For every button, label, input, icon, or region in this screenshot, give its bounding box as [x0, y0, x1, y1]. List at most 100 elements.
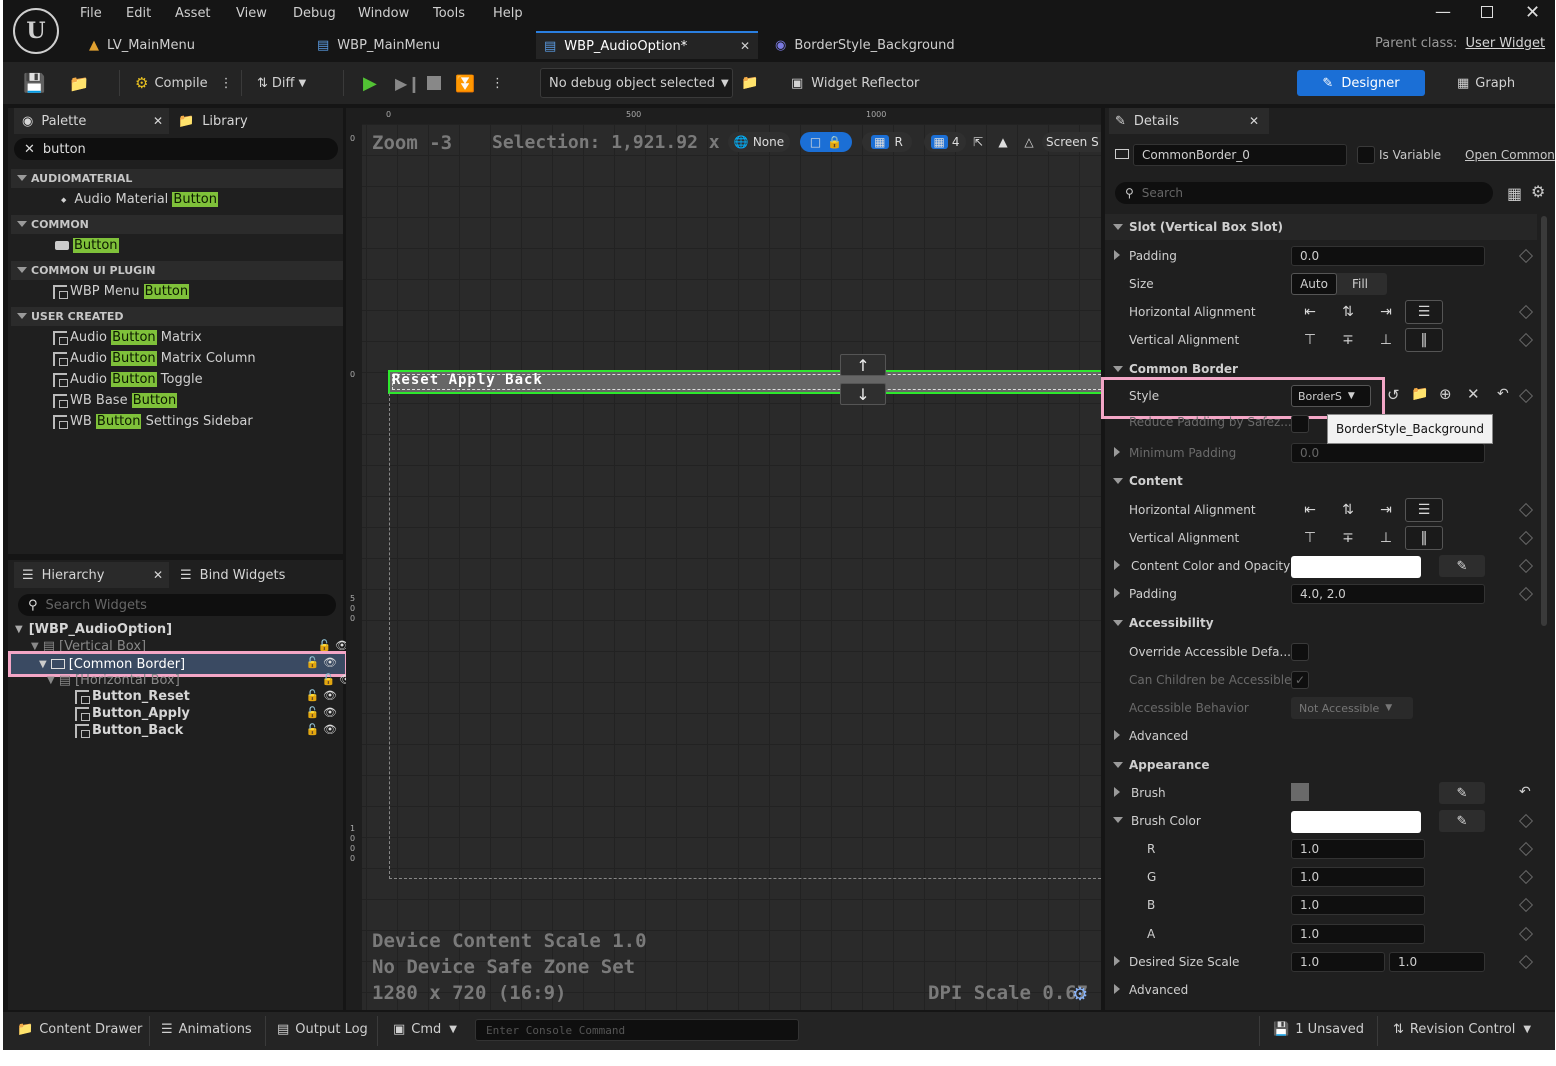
- compile-options-icon[interactable]: ⋮: [220, 76, 233, 91]
- content-h-align-buttons[interactable]: ⇤ ⇅ ⇥ ☰: [1291, 498, 1443, 522]
- palette-category[interactable]: USER CREATED: [11, 307, 343, 326]
- brush-color-swatch[interactable]: [1291, 811, 1421, 833]
- is-variable-checkbox[interactable]: [1357, 146, 1375, 164]
- tab-hierarchy[interactable]: ☰ Hierarchy ✕: [14, 562, 169, 588]
- tab-wbp-mainmenu[interactable]: ▤ WBP_MainMenu: [309, 31, 531, 59]
- lock-visibility-icons[interactable]: 🔓 👁: [306, 689, 337, 702]
- reset-to-default-icon[interactable]: ↶: [1497, 386, 1509, 402]
- browse-button[interactable]: 📁: [69, 70, 89, 96]
- lock-visibility-icons[interactable]: 🔓 👁: [306, 656, 337, 669]
- padding-field[interactable]: 0.0: [1291, 246, 1485, 266]
- palette-item[interactable]: ◆ Audio Material Button: [61, 192, 218, 207]
- palette-category[interactable]: AUDIOMATERIAL: [11, 169, 343, 188]
- designer-mode-button[interactable]: ✎ Designer: [1297, 70, 1425, 96]
- mirror-button[interactable]: △: [1018, 132, 1040, 152]
- designer-canvas[interactable]: 0 500 1000 0 0 500 1000 Zoom -3 Selectio…: [346, 108, 1101, 1010]
- close-tab-icon[interactable]: ✕: [153, 568, 163, 582]
- override-access-checkbox[interactable]: [1291, 643, 1309, 661]
- b-field[interactable]: 1.0: [1291, 895, 1425, 915]
- brush-swatch[interactable]: [1291, 783, 1309, 801]
- open-common-link[interactable]: Open Common: [1465, 148, 1555, 162]
- palette-item[interactable]: Button: [55, 238, 119, 253]
- palette-item[interactable]: Audio Button Matrix Column: [53, 351, 256, 366]
- palette-item[interactable]: Audio Button Matrix: [53, 330, 202, 345]
- hierarchy-search-input[interactable]: ⚲ Search Widgets: [18, 594, 336, 616]
- close-window-button[interactable]: ✕: [1525, 2, 1540, 23]
- tree-button-back[interactable]: Button_Back 🔓 👁: [75, 722, 343, 739]
- grid-snap-toggle[interactable]: ▦ 4: [924, 132, 966, 152]
- a-field[interactable]: 1.0: [1291, 924, 1425, 944]
- menu-window[interactable]: Window: [358, 6, 409, 21]
- cursor-mode-button[interactable]: ⇱: [968, 132, 988, 152]
- reduce-padding-checkbox[interactable]: [1291, 415, 1309, 433]
- r-field[interactable]: 1.0: [1291, 839, 1425, 859]
- tab-library[interactable]: 📁 Library: [178, 108, 248, 134]
- tab-lv-mainmenu[interactable]: ▲ LV_MainMenu: [81, 31, 301, 59]
- menu-tools[interactable]: Tools: [433, 6, 465, 21]
- tree-vertical-box[interactable]: ▼ ▤ [Vertical Box] 🔓 👁: [31, 638, 361, 655]
- maximize-button[interactable]: [1481, 6, 1493, 18]
- debug-object-dropdown[interactable]: No debug object selected ▼: [540, 68, 733, 98]
- minimize-button[interactable]: —: [1435, 2, 1451, 21]
- min-padding-field[interactable]: 0.0: [1291, 443, 1485, 463]
- size-toggle[interactable]: Auto Fill: [1291, 273, 1387, 295]
- diff-button[interactable]: ⇅ Diff ▼: [257, 70, 306, 96]
- lock-visibility-icons[interactable]: 🔓 👁: [306, 706, 337, 719]
- menu-debug[interactable]: Debug: [293, 6, 336, 21]
- tree-button-reset[interactable]: Button_Reset 🔓 👁: [75, 688, 343, 705]
- tab-bind-widgets[interactable]: ☰ Bind Widgets: [180, 562, 285, 588]
- eject-button[interactable]: ⏬: [455, 70, 475, 96]
- style-dropdown[interactable]: BorderS ▼: [1291, 385, 1371, 407]
- localization-preview-button[interactable]: 🌐 None: [728, 132, 790, 152]
- common-border-widget[interactable]: Reset Apply Back: [388, 370, 1101, 394]
- add-new-icon[interactable]: ⊕: [1439, 385, 1452, 403]
- move-up-button[interactable]: ↑: [840, 354, 886, 376]
- menu-view[interactable]: View: [236, 6, 267, 21]
- widget-name-field[interactable]: CommonBorder_0: [1133, 144, 1347, 166]
- parent-class-link[interactable]: User Widget: [1466, 36, 1546, 51]
- menu-help[interactable]: Help: [493, 6, 523, 21]
- tab-wbp-audiooption[interactable]: ▤ WBP_AudioOption* ✕: [536, 31, 758, 59]
- console-input[interactable]: Enter Console Command: [475, 1019, 799, 1041]
- table-view-icon[interactable]: ▦: [1507, 184, 1522, 203]
- stop-button[interactable]: [427, 70, 441, 96]
- palette-item[interactable]: WBP Menu Button: [53, 284, 190, 299]
- row-advanced-2[interactable]: Advanced: [1105, 976, 1537, 1004]
- content-v-align-buttons[interactable]: ⊤ ∓ ⊥ ‖: [1291, 526, 1443, 550]
- tree-button-apply[interactable]: Button_Apply 🔓 👁: [75, 705, 343, 722]
- row-advanced[interactable]: Advanced: [1105, 722, 1537, 750]
- close-tab-icon[interactable]: ✕: [1249, 114, 1259, 128]
- reset-to-default-icon[interactable]: ↶: [1519, 784, 1531, 800]
- unsaved-button[interactable]: 💾 1 Unsaved: [1273, 1022, 1364, 1037]
- respect-locks-toggle[interactable]: ▦ R: [862, 132, 912, 152]
- menu-edit[interactable]: Edit: [126, 6, 151, 21]
- output-log-button[interactable]: ▤ Output Log: [277, 1022, 368, 1037]
- selection-lock-toggle[interactable]: □ 🔒: [800, 132, 852, 152]
- details-search-input[interactable]: ⚲ Search: [1115, 182, 1493, 204]
- widget-reflector-button[interactable]: ▣ Widget Reflector: [791, 70, 919, 96]
- dss-y-field[interactable]: 1.0: [1389, 952, 1485, 972]
- size-fill-option[interactable]: Fill: [1337, 273, 1383, 295]
- dpi-settings-icon[interactable]: ⚙: [1072, 984, 1088, 1005]
- settings-icon[interactable]: ⚙: [1531, 182, 1545, 201]
- section-appearance[interactable]: Appearance: [1105, 752, 1537, 778]
- cmd-dropdown[interactable]: ▣ Cmd ▼: [393, 1022, 457, 1037]
- content-drawer-button[interactable]: 📁 Content Drawer: [17, 1022, 142, 1037]
- debug-browse-button[interactable]: 📁: [741, 70, 758, 96]
- palette-item[interactable]: Audio Button Toggle: [53, 372, 203, 387]
- browse-asset-icon[interactable]: 📁: [1411, 386, 1428, 402]
- h-align-buttons[interactable]: ⇤ ⇅ ⇥ ☰: [1291, 300, 1443, 324]
- dss-x-field[interactable]: 1.0: [1291, 952, 1385, 972]
- details-scrollbar[interactable]: [1541, 216, 1547, 626]
- content-color-swatch[interactable]: [1291, 556, 1421, 578]
- revision-control-button[interactable]: ⇅ Revision Control ▼: [1393, 1022, 1531, 1037]
- clear-search-icon[interactable]: ✕: [24, 142, 35, 157]
- v-align-buttons[interactable]: ⊤ ∓ ⊥ ‖: [1291, 328, 1443, 352]
- graph-mode-button[interactable]: ▦ Graph: [1457, 70, 1515, 96]
- background-image-button[interactable]: ▲: [992, 132, 1014, 152]
- tree-common-border[interactable]: ▼ [Common Border] 🔓 👁: [8, 651, 348, 677]
- tab-details[interactable]: ✎ Details ✕: [1109, 108, 1269, 134]
- compile-button[interactable]: ⚙ Compile ⋮: [135, 70, 233, 96]
- menu-asset[interactable]: Asset: [175, 6, 211, 21]
- lock-visibility-icons[interactable]: 🔓 👁: [306, 723, 337, 736]
